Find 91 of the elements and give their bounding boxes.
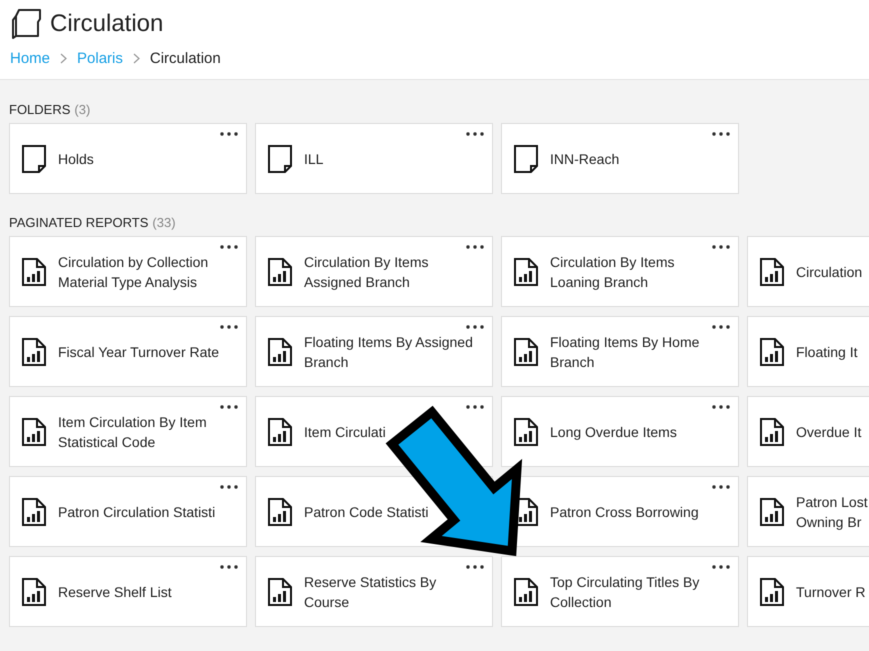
card-title: Item Circulati: [304, 422, 386, 442]
more-icon[interactable]: [220, 485, 238, 489]
card-title: Floating It: [796, 342, 858, 362]
report-chart-icon: [268, 338, 292, 366]
section-heading: PAGINATED REPORTS: [9, 215, 148, 230]
more-icon[interactable]: [220, 565, 238, 569]
more-icon[interactable]: [466, 565, 484, 569]
report-card[interactable]: Floating Items By Assigned Branch: [255, 316, 493, 387]
page-title: Circulation: [50, 10, 164, 38]
card-title: Long Overdue Items: [550, 422, 677, 442]
report-chart-icon: [760, 418, 784, 446]
report-card[interactable]: Fiscal Year Turnover Rate: [9, 316, 247, 387]
card-title: Circulation by Collection Material Type Analysis: [58, 252, 208, 292]
card-title: Overdue It: [796, 422, 862, 442]
report-card[interactable]: Item Circulation By Item Statistical Code: [9, 396, 247, 467]
more-icon[interactable]: [220, 245, 238, 249]
report-chart-icon: [268, 498, 292, 526]
more-icon[interactable]: [220, 325, 238, 329]
more-icon[interactable]: [466, 245, 484, 249]
card-title: Reserve Shelf List: [58, 582, 172, 602]
book-icon: [10, 8, 42, 40]
card-title: Reserve Statistics By Course: [304, 572, 436, 612]
report-chart-icon: [514, 578, 538, 606]
report-card[interactable]: Turnover R: [747, 556, 869, 627]
report-card[interactable]: INN-Reach: [501, 123, 739, 194]
card-title: Patron Lost Owning Br: [796, 492, 868, 532]
more-icon[interactable]: [712, 405, 730, 409]
card-title: Top Circulating Titles By Collection: [550, 572, 700, 612]
more-icon[interactable]: [712, 245, 730, 249]
card-title: Item Circulation By Item Statistical Code: [58, 412, 207, 452]
section-count: (3): [74, 102, 90, 117]
card-title: Patron Circulation Statisti: [58, 502, 216, 522]
more-icon[interactable]: [712, 132, 730, 136]
more-icon[interactable]: [220, 132, 238, 136]
report-chart-icon: [514, 258, 538, 286]
card-title: Fiscal Year Turnover Rate: [58, 342, 220, 362]
report-card[interactable]: Reserve Statistics By Course: [255, 556, 493, 627]
report-chart-icon: [22, 578, 46, 606]
report-card[interactable]: ILL: [255, 123, 493, 194]
report-card[interactable]: Circulation by Collection Material Type Analysis: [9, 236, 247, 307]
chevron-icon: [60, 53, 68, 64]
report-chart-icon: [760, 578, 784, 606]
card-title: Floating Items By Assigned Branch: [304, 332, 473, 372]
report-card[interactable]: Top Circulating Titles By Collection: [501, 556, 739, 627]
report-chart-icon: [514, 338, 538, 366]
more-icon[interactable]: [712, 325, 730, 329]
more-icon[interactable]: [712, 565, 730, 569]
report-chart-icon: [514, 418, 538, 446]
report-chart-icon: [22, 258, 46, 286]
card-title: Floating Items By Home Branch: [550, 332, 700, 372]
report-card[interactable]: Holds: [9, 123, 247, 194]
file-icon: [22, 144, 46, 172]
report-chart-icon: [22, 338, 46, 366]
card-title: Circulation: [796, 262, 862, 282]
report-chart-icon: [760, 498, 784, 526]
more-icon[interactable]: [466, 132, 484, 136]
report-card[interactable]: Long Overdue Items: [501, 396, 739, 467]
section-heading: FOLDERS: [9, 102, 70, 117]
report-chart-icon: [22, 418, 46, 446]
card-title: Patron Code Statisti: [304, 502, 429, 522]
card-title: Patron Cross Borrowing: [550, 502, 699, 522]
more-icon[interactable]: [466, 405, 484, 409]
card-title: Circulation By Items Loaning Branch: [550, 252, 674, 292]
report-chart-icon: [268, 418, 292, 446]
card-title: Turnover R: [796, 582, 866, 602]
report-card[interactable]: Reserve Shelf List: [9, 556, 247, 627]
file-icon: [514, 144, 538, 172]
more-icon[interactable]: [712, 485, 730, 489]
section-count: (33): [152, 215, 176, 230]
card-title: Circulation By Items Assigned Branch: [304, 252, 428, 292]
card-title: INN-Reach: [550, 150, 620, 168]
more-icon[interactable]: [466, 325, 484, 329]
report-card[interactable]: Circulation: [747, 236, 869, 307]
report-chart-icon: [760, 338, 784, 366]
report-chart-icon: [760, 258, 784, 286]
report-card[interactable]: Patron Circulation Statisti: [9, 476, 247, 547]
report-chart-icon: [268, 578, 292, 606]
report-chart-icon: [268, 258, 292, 286]
more-icon[interactable]: [220, 405, 238, 409]
report-card[interactable]: Floating Items By Home Branch: [501, 316, 739, 387]
report-card[interactable]: Overdue It: [747, 396, 869, 467]
chevron-icon: [132, 53, 140, 64]
breadcrumb-current: Circulation: [150, 50, 221, 67]
report-card[interactable]: Floating It: [747, 316, 869, 387]
report-card[interactable]: Patron Lost Owning Br: [747, 476, 869, 547]
card-title: ILL: [304, 150, 324, 168]
card-title: Holds: [58, 150, 94, 168]
report-chart-icon: [22, 498, 46, 526]
report-card[interactable]: Circulation By Items Assigned Branch: [255, 236, 493, 307]
file-icon: [268, 144, 292, 172]
report-card[interactable]: Circulation By Items Loaning Branch: [501, 236, 739, 307]
